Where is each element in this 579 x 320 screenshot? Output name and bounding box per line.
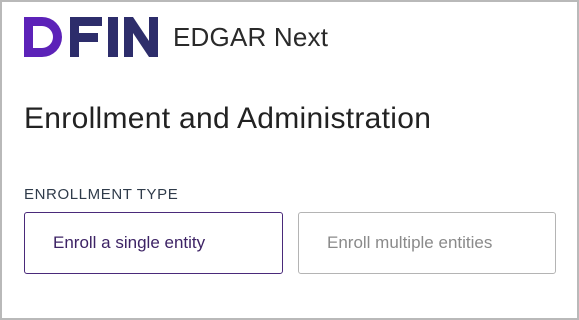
app-window: EDGAR Next Enrollment and Administration…: [0, 0, 579, 320]
enroll-multiple-entities-label: Enroll multiple entities: [327, 233, 493, 252]
header: EDGAR Next: [24, 14, 328, 60]
enrollment-type-label: ENROLLMENT TYPE: [24, 186, 179, 203]
enroll-single-entity-label: Enroll a single entity: [53, 233, 206, 252]
dfin-logo: [24, 17, 158, 57]
app-name: EDGAR Next: [173, 21, 329, 52]
enroll-single-entity-option[interactable]: Enroll a single entity: [24, 212, 283, 274]
page-title: Enrollment and Administration: [24, 102, 432, 135]
enroll-multiple-entities-option[interactable]: Enroll multiple entities: [298, 212, 556, 274]
